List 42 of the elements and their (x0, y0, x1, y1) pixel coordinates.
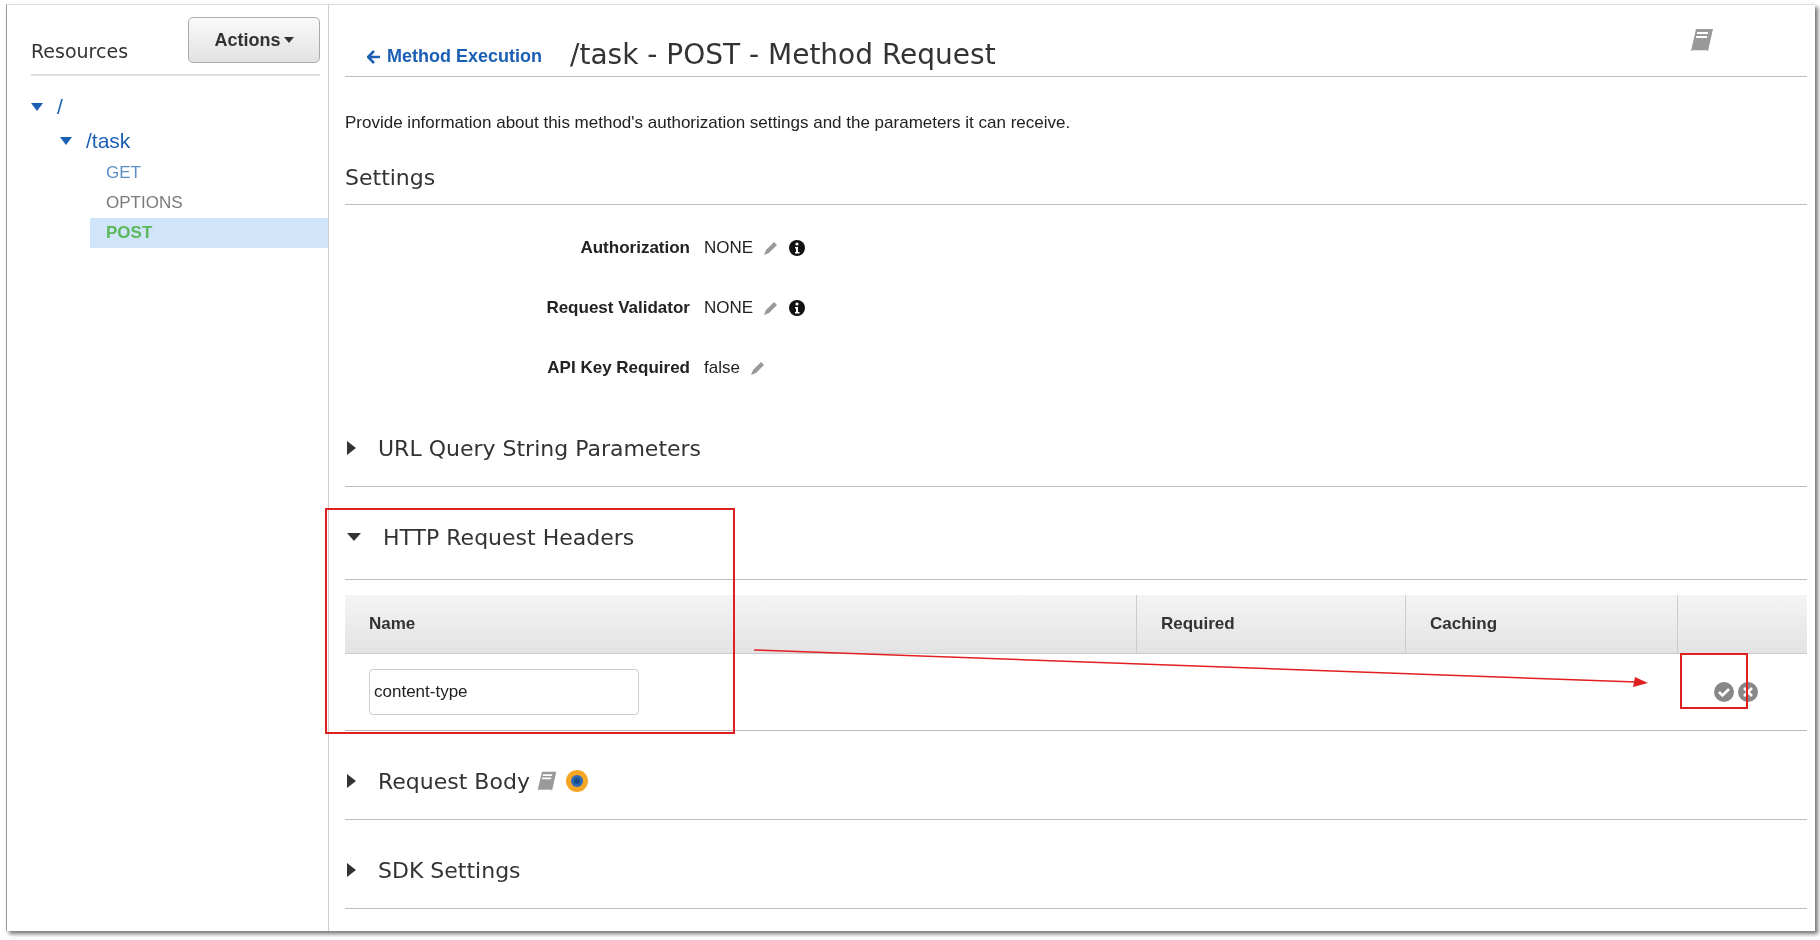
actions-button[interactable]: Actions (188, 17, 320, 63)
column-header: Required (1137, 595, 1406, 653)
book-icon[interactable] (535, 770, 558, 792)
info-icon[interactable] (789, 240, 806, 256)
close-icon[interactable] (1738, 682, 1758, 702)
confirm-icon[interactable] (1714, 682, 1734, 702)
page-title: /task - POST - Method Request (570, 38, 996, 71)
description-text: Provide information about this method's authorization settings and the parameters it can receive. (345, 113, 1072, 133)
book-icon[interactable] (1689, 27, 1715, 53)
expand-triangle-icon[interactable] (31, 103, 43, 111)
column-header: Caching (1406, 595, 1678, 653)
section-title[interactable]: Request Body (378, 768, 530, 794)
sidebar-title: Resources (31, 40, 129, 62)
tree-item[interactable]: / (57, 95, 63, 119)
field-label: Authorization (579, 238, 690, 258)
field-label: API Key Required (546, 358, 690, 378)
section-title[interactable]: URL Query String Parameters (378, 435, 702, 461)
section-title[interactable]: SDK Settings (378, 857, 521, 883)
field-label: Request Validator (545, 298, 690, 318)
highlight-box (1680, 653, 1748, 709)
field-value: NONE (704, 238, 754, 258)
expand-triangle-icon[interactable] (347, 441, 356, 455)
expand-triangle-icon[interactable] (347, 863, 356, 877)
field-value: false (704, 358, 740, 378)
expand-triangle-icon[interactable] (347, 774, 356, 788)
column-header: Name (345, 595, 1137, 653)
target-icon (565, 770, 588, 792)
field-value: NONE (704, 298, 754, 318)
caret-icon (283, 37, 294, 43)
tree-item[interactable]: /task (86, 129, 131, 153)
input-field[interactable]: content-type (369, 669, 639, 715)
info-icon[interactable] (789, 300, 806, 316)
pencil-icon[interactable] (763, 300, 780, 316)
expand-triangle-icon[interactable] (60, 137, 72, 145)
pencil-icon[interactable] (763, 240, 780, 256)
expand-triangle-icon[interactable] (347, 533, 361, 541)
back-link[interactable]: Method Execution (367, 46, 542, 67)
section-title: Settings (345, 165, 1807, 205)
section-title[interactable]: HTTP Request Headers (383, 524, 635, 550)
left-arrow-icon (367, 49, 381, 64)
pencil-icon[interactable] (749, 360, 766, 376)
method-item[interactable]: OPTIONS (90, 188, 328, 218)
